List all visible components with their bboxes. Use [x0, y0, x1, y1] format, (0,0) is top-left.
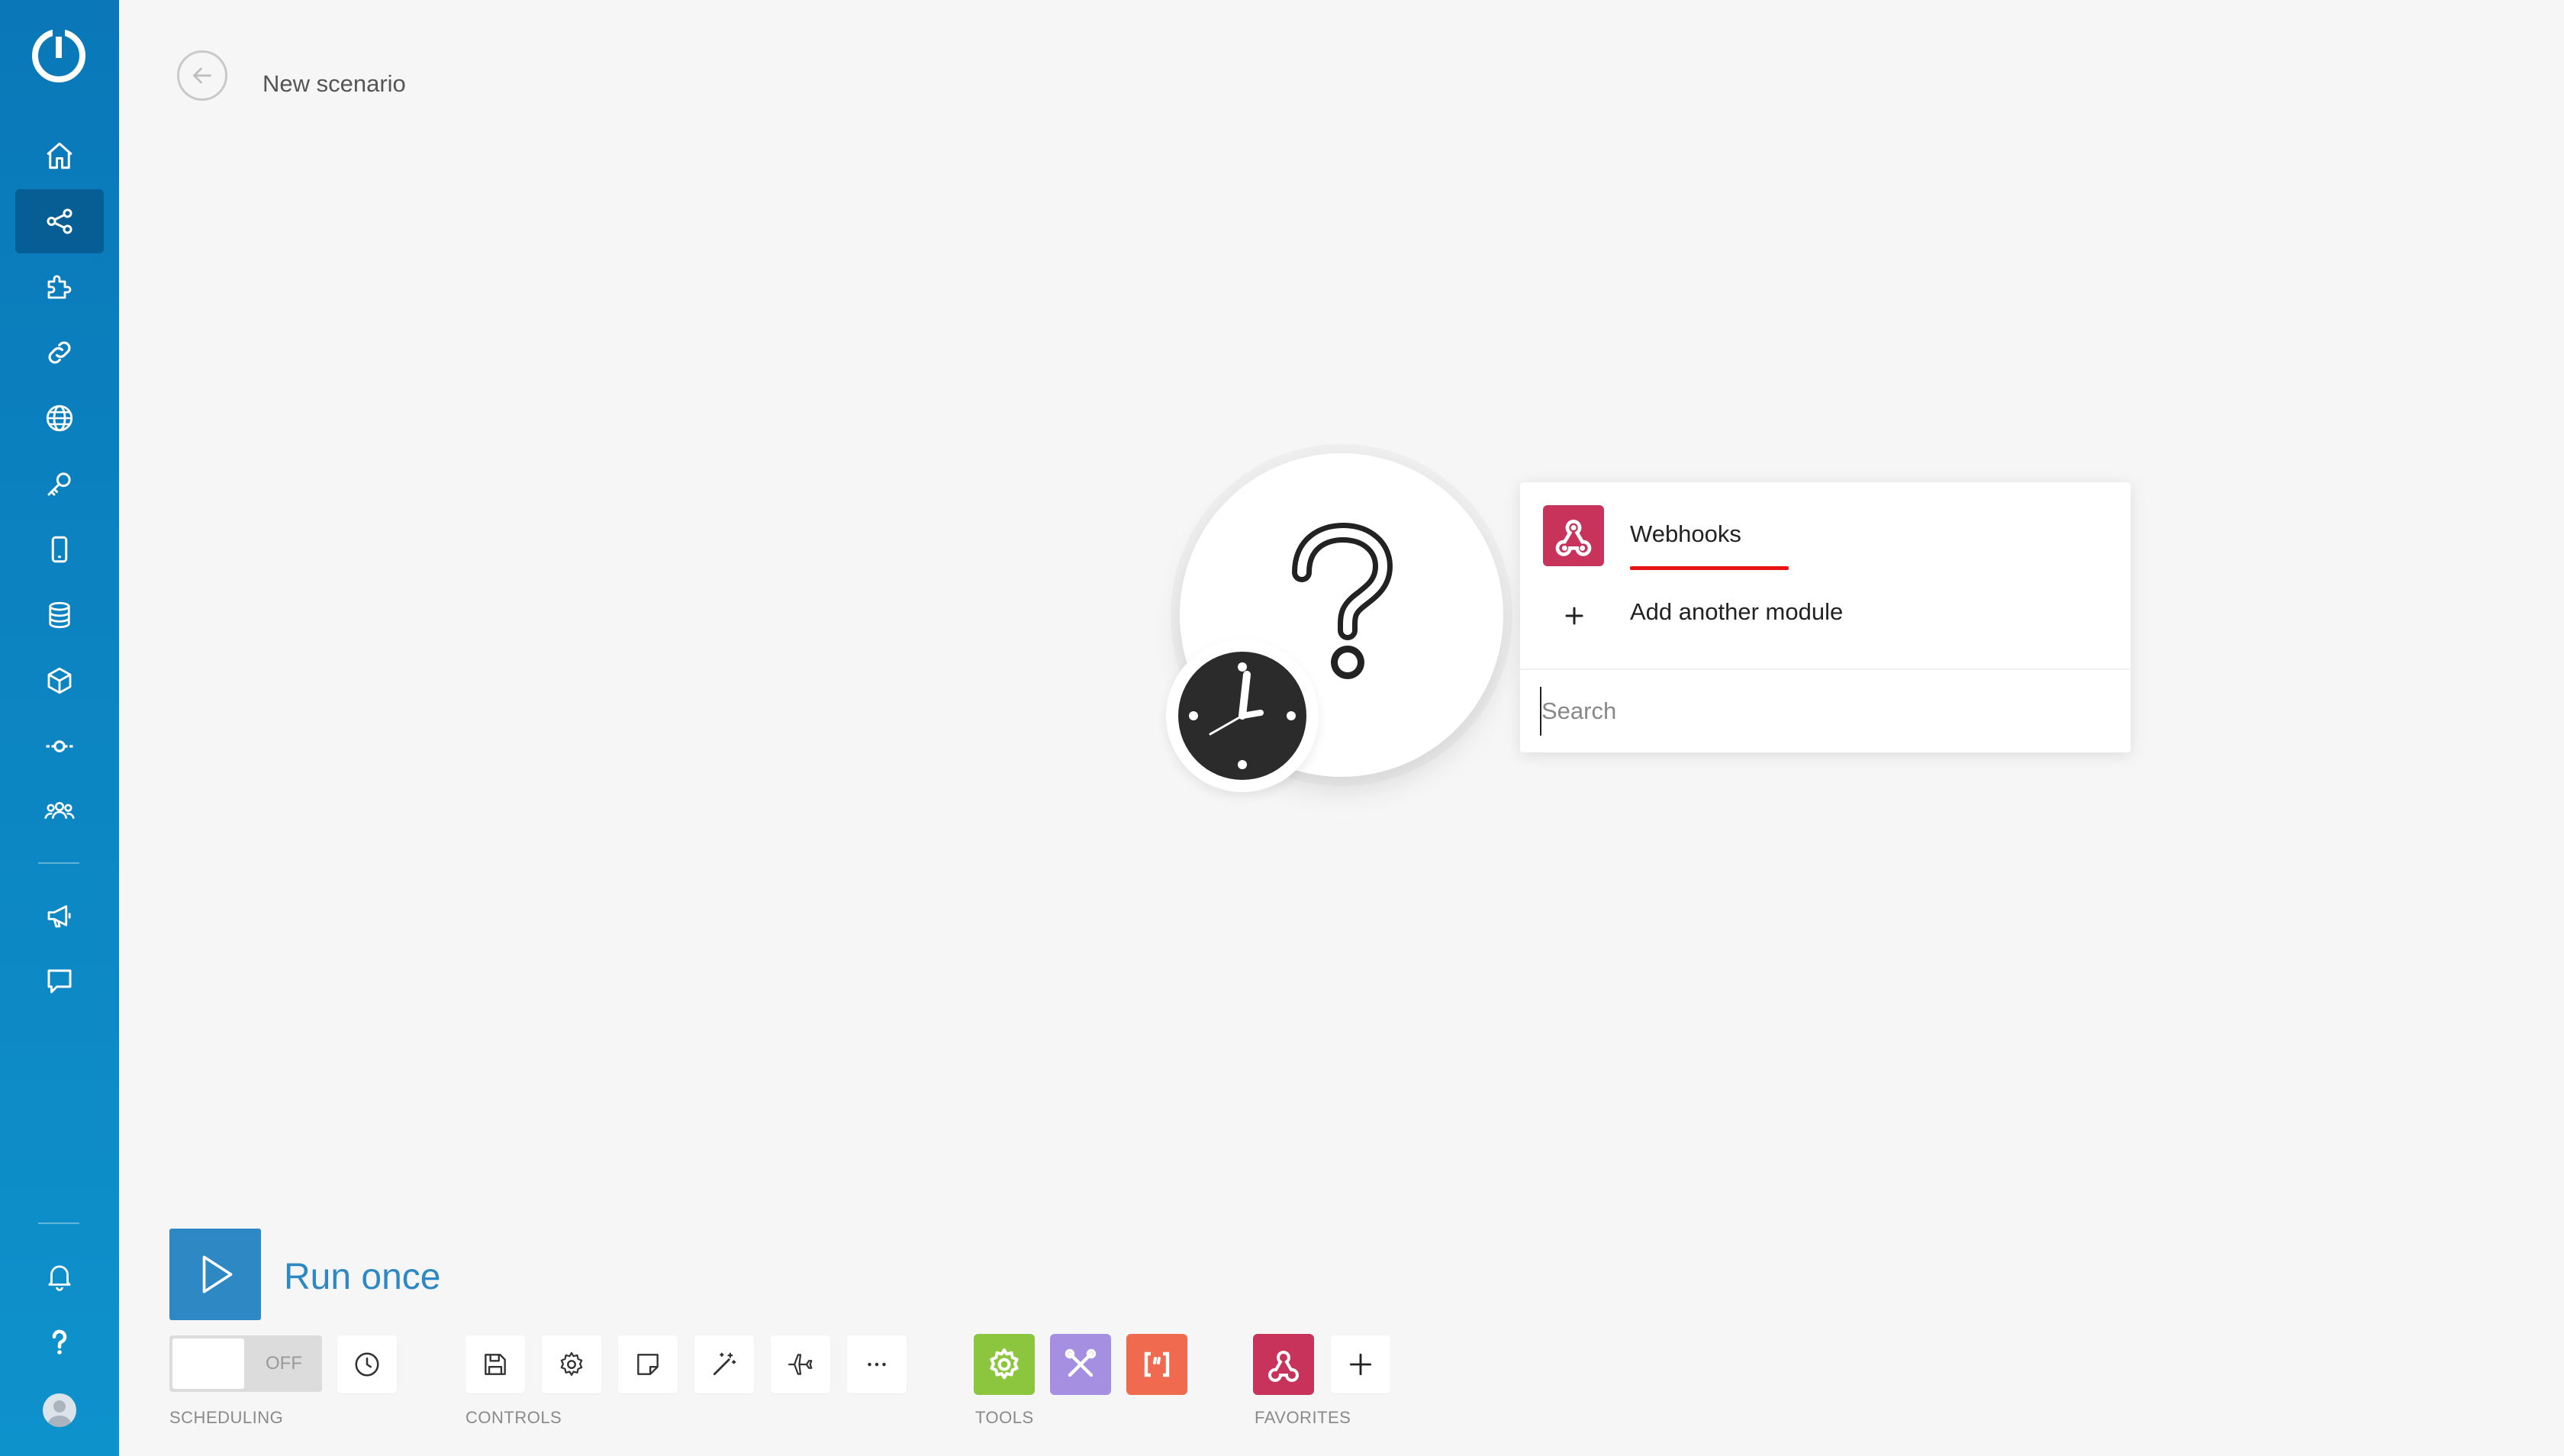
sidebar-item-help[interactable] — [15, 1309, 104, 1374]
plus-icon — [1565, 607, 1583, 625]
sidebar-item-custom-apps[interactable] — [15, 714, 104, 778]
schedule-settings-button[interactable] — [337, 1335, 397, 1393]
scenario-settings-button[interactable] — [542, 1335, 601, 1393]
clock-icon — [1178, 652, 1306, 780]
section-label-scheduling: SCHEDULING — [169, 1408, 284, 1427]
highlight-underline — [1630, 566, 1789, 570]
notes-button[interactable] — [618, 1335, 678, 1393]
webhooks-icon — [1543, 505, 1604, 566]
mobile-icon — [51, 536, 68, 563]
sidebar — [0, 0, 119, 1456]
toggle-state-label: OFF — [266, 1353, 302, 1374]
module-picker: Webhooks Add another module — [1520, 482, 2131, 752]
gear-icon — [560, 1351, 583, 1376]
brackets-icon — [1144, 1351, 1170, 1377]
sidebar-item-connections[interactable] — [15, 321, 104, 385]
search-input[interactable] — [1540, 687, 2105, 736]
section-label-tools: TOOLS — [975, 1408, 1034, 1427]
add-favorite-button[interactable] — [1331, 1335, 1390, 1393]
commit-icon — [46, 740, 73, 752]
megaphone-icon — [47, 905, 71, 928]
arrow-left-icon — [193, 67, 211, 84]
sidebar-item-home[interactable] — [15, 124, 104, 188]
schedule-clock[interactable] — [1166, 639, 1319, 792]
user-avatar-icon — [48, 1400, 71, 1427]
explain-flow-button[interactable] — [771, 1335, 830, 1393]
sidebar-item-notifications[interactable] — [15, 1244, 104, 1308]
sidebar-item-data-structures[interactable] — [15, 649, 104, 713]
key-icon — [47, 472, 71, 496]
airplane-icon — [788, 1354, 813, 1375]
text-parser-button[interactable] — [1126, 1334, 1187, 1395]
chat-icon — [47, 969, 72, 994]
favorite-webhooks-button[interactable] — [1253, 1334, 1314, 1395]
bell-icon — [48, 1265, 71, 1291]
back-button[interactable] — [177, 50, 227, 101]
sidebar-divider — [38, 862, 79, 864]
scheduling-toggle[interactable]: OFF — [169, 1335, 322, 1392]
sidebar-item-team[interactable] — [15, 780, 104, 844]
sidebar-item-whats-new[interactable] — [15, 884, 104, 948]
floppy-icon — [485, 1354, 506, 1375]
sidebar-item-keys[interactable] — [15, 452, 104, 516]
more-options-button[interactable] — [847, 1335, 907, 1393]
users-icon — [44, 801, 75, 820]
menu-item-label: Add another module — [1630, 598, 1844, 625]
globe-icon — [46, 404, 73, 432]
run-once-label[interactable]: Run once — [284, 1256, 440, 1299]
page-title[interactable]: New scenario — [263, 69, 406, 99]
plus-icon — [1349, 1353, 1372, 1376]
menu-item-add-module[interactable]: Add another module — [1520, 577, 2131, 650]
link-icon — [48, 341, 71, 364]
sidebar-item-webhooks[interactable] — [15, 386, 104, 450]
save-button[interactable] — [465, 1335, 525, 1393]
sidebar-item-templates[interactable] — [15, 255, 104, 319]
menu-item-label: Webhooks — [1630, 520, 1741, 547]
flow-control-button[interactable] — [1050, 1334, 1111, 1395]
clock-outline-icon — [355, 1352, 379, 1377]
home-icon — [47, 142, 72, 169]
menu-divider — [1520, 668, 2131, 670]
avatar[interactable] — [43, 1393, 76, 1427]
run-once-button[interactable] — [169, 1229, 261, 1320]
puzzle-icon — [47, 275, 72, 299]
question-icon — [52, 1329, 67, 1355]
menu-item-webhooks[interactable]: Webhooks — [1520, 499, 2131, 572]
sidebar-item-data-stores[interactable] — [15, 583, 104, 647]
play-icon — [202, 1255, 233, 1293]
toggle-knob — [172, 1338, 244, 1389]
crossed-tools-icon — [1065, 1348, 1097, 1377]
section-label-controls: CONTROLS — [465, 1408, 562, 1427]
magic-wand-icon — [713, 1352, 736, 1376]
auto-align-button[interactable] — [694, 1335, 754, 1393]
sidebar-item-feedback[interactable] — [15, 949, 104, 1013]
tools-button[interactable] — [974, 1334, 1035, 1395]
ellipsis-icon — [868, 1362, 886, 1367]
database-icon — [49, 601, 70, 629]
sidebar-divider-bottom — [38, 1222, 79, 1224]
share-nodes-icon — [47, 208, 72, 234]
sidebar-item-devices[interactable] — [15, 517, 104, 581]
webhooks-icon — [1268, 1351, 1299, 1382]
section-label-favorites: FAVORITES — [1255, 1408, 1351, 1427]
make-logo[interactable] — [31, 27, 87, 84]
gear-tools-icon — [990, 1348, 1019, 1380]
sidebar-item-scenarios[interactable] — [15, 189, 104, 253]
cube-icon — [47, 667, 72, 694]
note-icon — [637, 1354, 659, 1375]
